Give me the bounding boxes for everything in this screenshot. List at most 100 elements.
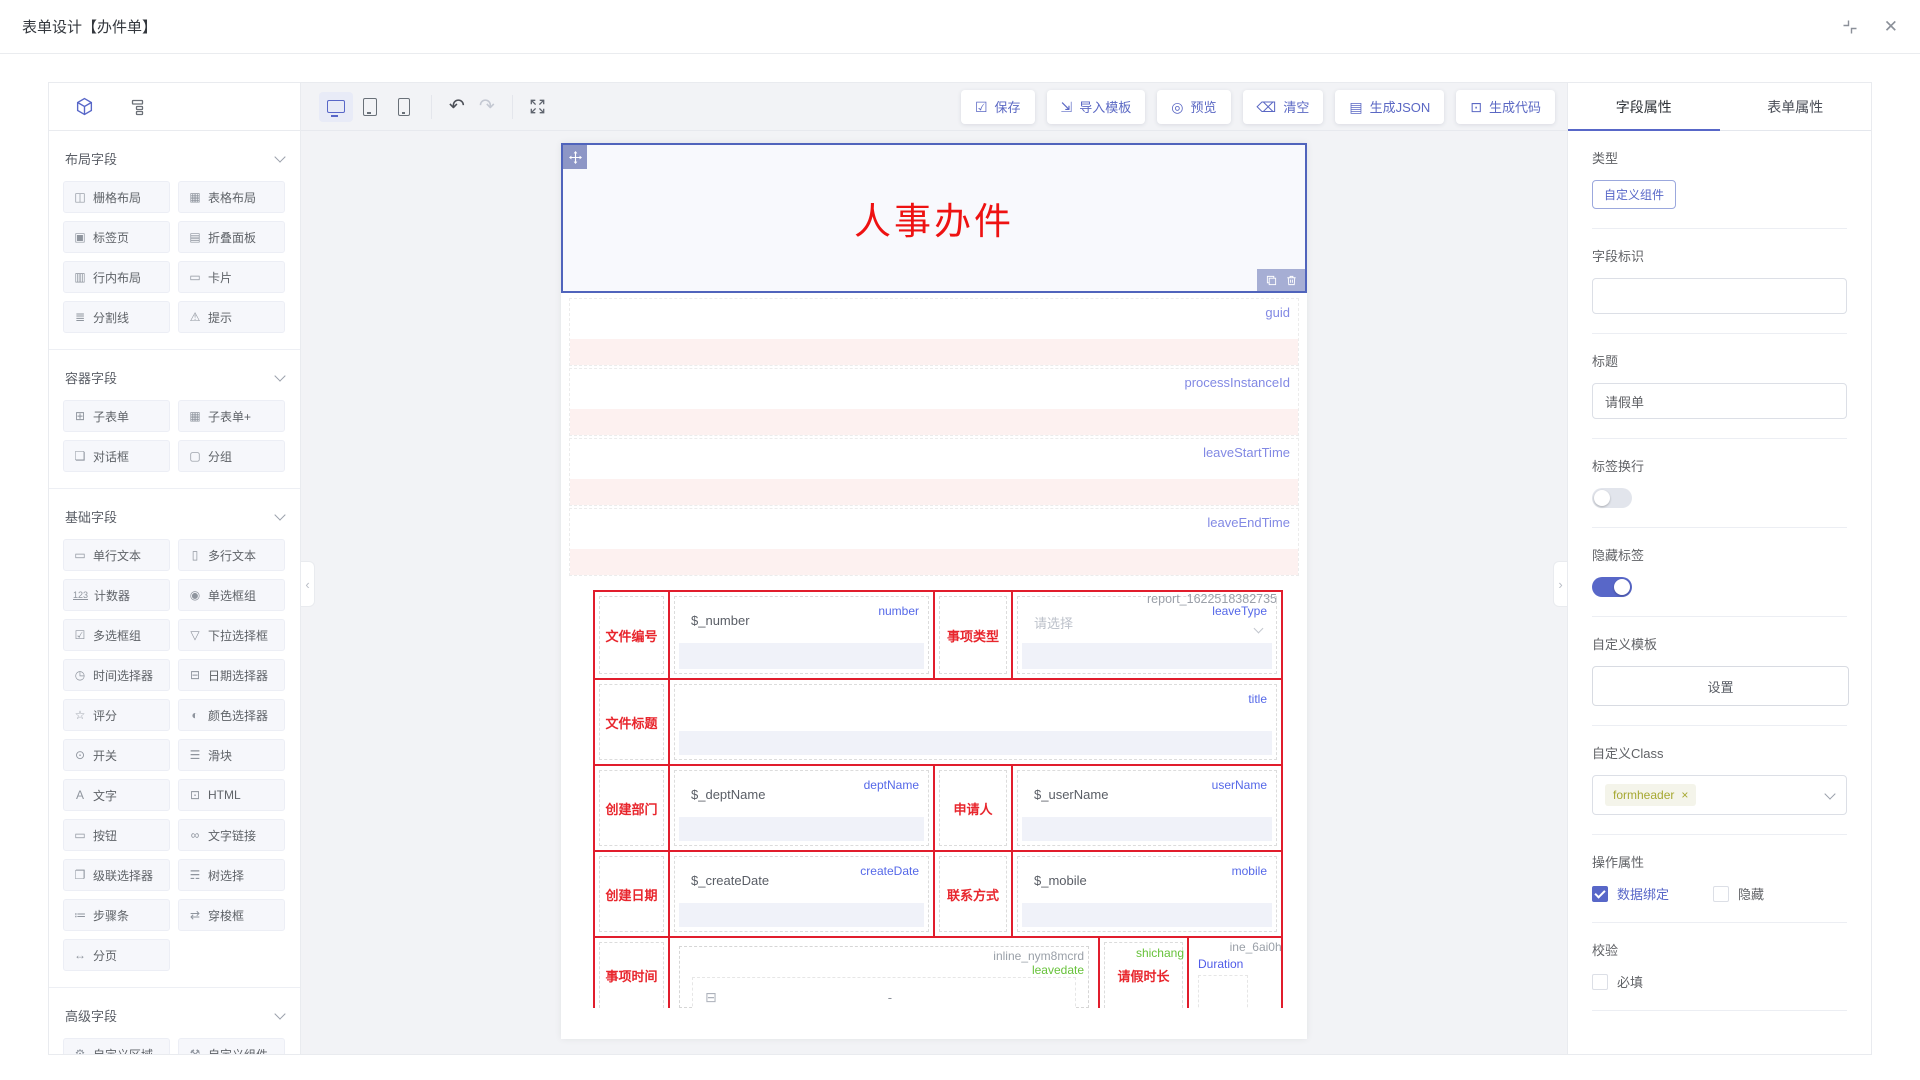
palette-item[interactable]: ⊙开关 — [63, 739, 170, 771]
palette-item[interactable]: ❐级联选择器 — [63, 859, 170, 891]
move-handle-icon[interactable] — [563, 145, 587, 169]
palette-item[interactable]: ▯多行文本 — [178, 539, 285, 571]
hide-label-toggle[interactable] — [1592, 577, 1632, 597]
date-range-picker[interactable]: ⊟ - — [692, 977, 1076, 1008]
design-canvas[interactable]: 人事办件 guid — [301, 131, 1567, 1054]
label-cell[interactable]: 联系方式 — [933, 850, 1013, 938]
collapse-left-panel-handle[interactable]: ‹ — [301, 561, 315, 607]
close-icon[interactable]: ✕ — [1884, 17, 1898, 37]
redo-icon[interactable]: ↷ — [472, 97, 502, 116]
input-cell[interactable]: $_deptName deptName — [668, 764, 935, 852]
report-table-component[interactable]: report_1622518382735 文件编号 $_number numbe… — [593, 590, 1283, 1008]
palette-item[interactable]: ▦表格布局 — [178, 181, 285, 213]
palette-section-header[interactable]: 基础字段 — [63, 489, 286, 539]
label-cell[interactable]: 创建部门 — [593, 764, 670, 852]
hidden-field-component[interactable]: processInstanceId — [569, 368, 1299, 436]
palette-section-header[interactable]: 容器字段 — [63, 350, 286, 400]
palette-item[interactable]: ▥行内布局 — [63, 261, 170, 293]
duration-input[interactable] — [1198, 975, 1248, 1008]
palette-item[interactable]: ⊞子表单 — [63, 400, 170, 432]
generate-code-button[interactable]: ⊡生成代码 — [1456, 90, 1555, 124]
palette-item[interactable]: ⚒自定义组件 — [178, 1038, 285, 1054]
palette-item[interactable]: ▣标签页 — [63, 221, 170, 253]
save-button[interactable]: ☑保存 — [961, 90, 1035, 124]
palette-item[interactable]: ⊟日期选择器 — [178, 659, 285, 691]
palette-item-label: 时间选择器 — [93, 667, 153, 684]
hidden-field-component[interactable]: leaveStartTime — [569, 438, 1299, 506]
collapse-right-panel-handle[interactable]: › — [1553, 561, 1567, 607]
input-cell[interactable]: $_createDate createDate — [668, 850, 935, 938]
palette-item[interactable]: ⚠提示 — [178, 301, 285, 333]
undo-icon[interactable]: ↶ — [442, 97, 472, 116]
hidden-field-component[interactable]: guid — [569, 298, 1299, 366]
inline-container-cell[interactable]: inline_nym8mcrd leavedate ⊟ - — [668, 936, 1100, 1008]
required-checkbox[interactable]: 必填 — [1592, 972, 1643, 991]
label-cell[interactable]: shichang 请假时长 — [1098, 936, 1189, 1008]
palette-item[interactable]: ☴树选择 — [178, 859, 285, 891]
palette-item[interactable]: ▭单行文本 — [63, 539, 170, 571]
remove-tag-icon[interactable]: × — [1681, 788, 1688, 802]
palette-item[interactable]: ▽下拉选择框 — [178, 619, 285, 651]
palette-item[interactable]: ∞文字链接 — [178, 819, 285, 851]
device-desktop-button[interactable] — [319, 92, 353, 122]
generate-json-button[interactable]: ▤生成JSON — [1335, 90, 1444, 124]
device-tablet-button[interactable] — [353, 92, 387, 122]
label-cell[interactable]: 事项类型 — [933, 590, 1013, 680]
label-cell[interactable]: 创建日期 — [593, 850, 670, 938]
palette-section-header[interactable]: 高级字段 — [63, 988, 286, 1038]
input-cell[interactable]: $_userName userName — [1011, 764, 1283, 852]
tab-form-properties[interactable]: 表单属性 — [1720, 83, 1872, 130]
palette-item[interactable]: ▭按钮 — [63, 819, 170, 851]
fullscreen-icon[interactable] — [523, 98, 552, 115]
label-cell[interactable]: 文件标题 — [593, 678, 670, 766]
palette-item[interactable]: ☰滑块 — [178, 739, 285, 771]
tab-field-properties[interactable]: 字段属性 — [1568, 83, 1720, 130]
label-wrap-toggle[interactable] — [1592, 488, 1632, 508]
copy-icon[interactable] — [1266, 275, 1277, 286]
data-binding-checkbox[interactable]: 数据绑定 — [1592, 884, 1669, 903]
palette-item[interactable]: ▤折叠面板 — [178, 221, 285, 253]
preview-button[interactable]: ◎预览 — [1157, 90, 1230, 124]
palette-item[interactable]: ◫栅格布局 — [63, 181, 170, 213]
input-cell[interactable]: title — [668, 678, 1283, 766]
form-header-component[interactable]: 人事办件 — [561, 143, 1307, 293]
palette-section-header[interactable]: 布局字段 — [63, 131, 286, 181]
palette-item[interactable]: ⇄穿梭框 — [178, 899, 285, 931]
custom-class-select[interactable]: formheader × — [1592, 775, 1847, 815]
input-cell[interactable]: $_mobile mobile — [1011, 850, 1283, 938]
palette-item[interactable]: ▢分组 — [178, 440, 285, 472]
label-cell[interactable]: 文件编号 — [593, 590, 670, 680]
components-tab-cube-icon[interactable] — [75, 97, 94, 116]
outline-tree-tab-icon[interactable] — [128, 98, 146, 116]
palette-item[interactable]: ↔分页 — [63, 939, 170, 971]
hidden-field-component[interactable]: leaveEndTime — [569, 508, 1299, 576]
title-input[interactable] — [1592, 383, 1847, 419]
compress-window-icon[interactable] — [1842, 19, 1858, 35]
palette-item[interactable]: ≣分割线 — [63, 301, 170, 333]
palette-item[interactable]: ▭卡片 — [178, 261, 285, 293]
hidden-checkbox[interactable]: 隐藏 — [1713, 884, 1764, 903]
settings-button[interactable]: 设置 — [1592, 666, 1849, 706]
input-cell[interactable]: ine_6ai0h8lr Duration — [1187, 936, 1283, 1008]
device-phone-button[interactable] — [387, 92, 421, 122]
palette-item[interactable]: ⚙自定义区域 — [63, 1038, 170, 1054]
palette-item[interactable]: ◐颜色选择器 — [178, 699, 285, 731]
delete-icon[interactable] — [1286, 275, 1297, 286]
palette-item[interactable]: ☆评分 — [63, 699, 170, 731]
palette-item[interactable]: ◉单选框组 — [178, 579, 285, 611]
palette-item[interactable]: ▦子表单+ — [178, 400, 285, 432]
palette-item[interactable]: ⊡HTML — [178, 779, 285, 811]
label-cell[interactable]: 事项时间 — [593, 936, 670, 1008]
input-cell[interactable]: $_number number — [668, 590, 935, 680]
field-id-input[interactable] — [1592, 278, 1847, 314]
palette-item[interactable]: ◷时间选择器 — [63, 659, 170, 691]
palette-item[interactable]: 123计数器 — [63, 579, 170, 611]
inline-layout-container[interactable]: inline_nym8mcrd leavedate ⊟ - — [679, 946, 1089, 1008]
clear-button[interactable]: ⌫清空 — [1243, 90, 1324, 124]
label-cell[interactable]: 申请人 — [933, 764, 1013, 852]
palette-item[interactable]: ☑多选框组 — [63, 619, 170, 651]
import-template-button[interactable]: ⇲导入模板 — [1047, 90, 1146, 124]
palette-item[interactable]: ≔步骤条 — [63, 899, 170, 931]
palette-item[interactable]: A文字 — [63, 779, 170, 811]
palette-item[interactable]: ❏对话框 — [63, 440, 170, 472]
